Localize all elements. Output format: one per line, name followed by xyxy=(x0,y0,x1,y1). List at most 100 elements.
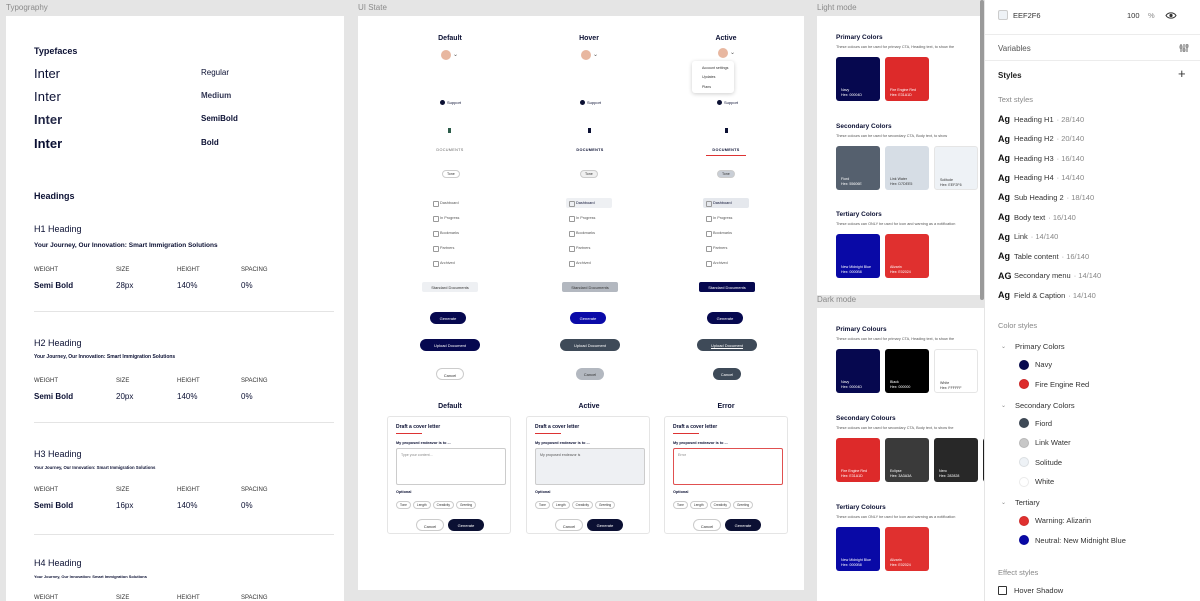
opacity-input[interactable]: 100 xyxy=(1127,11,1140,20)
generate-button[interactable]: Generate xyxy=(587,519,623,531)
cover-letter-form-active[interactable]: Draft a cover letter My proposed endeavo… xyxy=(526,416,650,534)
creativity-chip[interactable]: Creativity xyxy=(432,501,454,509)
color-swatch[interactable]: Navy Hex: 00004D xyxy=(836,349,880,393)
tone-chip[interactable]: Tone xyxy=(442,170,460,178)
documents-tab[interactable]: DOCUMENTS xyxy=(706,148,746,156)
text-style-item[interactable]: Ag Table content · 16/140 xyxy=(998,249,1089,263)
fill-hex-input[interactable]: EEF2F6 xyxy=(1013,11,1041,20)
support-link[interactable]: Support xyxy=(717,100,738,105)
greeting-chip[interactable]: Greeting xyxy=(455,501,477,509)
length-chip[interactable]: Length xyxy=(689,501,708,509)
color-swatch[interactable]: Alizarin Hex: E02024 xyxy=(885,527,929,571)
text-style-item[interactable]: Ag Heading H4 · 14/140 xyxy=(998,171,1084,185)
color-swatch[interactable]: New Midnight Blue Hex: 0000B8 xyxy=(836,527,880,571)
content-textarea[interactable]: Error xyxy=(673,448,783,485)
creativity-chip[interactable]: Creativity xyxy=(709,501,731,509)
frame-label-light-mode[interactable]: Light mode xyxy=(817,3,857,12)
generate-button[interactable]: Generate xyxy=(430,312,466,324)
sidebar-item-bookmarks[interactable]: Bookmarks xyxy=(566,228,612,238)
frame-label-dark-mode[interactable]: Dark mode xyxy=(817,295,856,304)
cancel-button[interactable]: Cancel xyxy=(416,519,444,531)
sidebar-item-in-progress[interactable]: In Progress xyxy=(430,213,476,223)
sliders-icon[interactable] xyxy=(1179,43,1189,53)
text-style-item[interactable]: Ag Heading H2 · 20/140 xyxy=(998,132,1084,146)
text-style-item[interactable]: AG Secondary menu · 14/140 xyxy=(998,269,1101,283)
standard-documents-button[interactable]: Standard Documents xyxy=(422,282,478,292)
color-style-item[interactable]: Solitude xyxy=(1019,455,1062,469)
color-swatch[interactable]: Fiord Hex: 55606E xyxy=(836,146,880,190)
text-style-item[interactable]: Ag Heading H3 · 16/140 xyxy=(998,151,1084,165)
upload-document-button[interactable]: Upload Document xyxy=(420,339,480,351)
documents-tab[interactable]: DOCUMENTS xyxy=(570,148,610,152)
color-swatch[interactable]: White Hex: FFFFFF xyxy=(934,349,978,393)
cancel-button[interactable]: Cancel xyxy=(436,368,464,380)
color-swatch[interactable]: Black Hex: 000000 xyxy=(885,349,929,393)
color-style-item[interactable]: Fiord xyxy=(1019,416,1052,430)
sidebar-item-in-progress[interactable]: In Progress xyxy=(566,213,612,223)
text-style-item[interactable]: Ag Sub Heading 2 · 18/140 xyxy=(998,190,1094,204)
sidebar-item-partners[interactable]: Partners xyxy=(430,243,476,253)
plus-icon[interactable]: + xyxy=(1178,66,1186,81)
cover-letter-form-error[interactable]: Draft a cover letter My proposed endeavo… xyxy=(664,416,788,534)
standard-documents-button[interactable]: Standard Documents xyxy=(699,282,755,292)
light-mode-frame[interactable]: Primary Colors These colours can be used… xyxy=(817,16,984,295)
color-style-item[interactable]: White xyxy=(1019,475,1054,489)
design-canvas[interactable]: Typography UI State Light mode Dark mode… xyxy=(0,0,984,601)
color-swatch[interactable]: Nero Hex: 282828 xyxy=(934,438,978,482)
eye-icon[interactable] xyxy=(1165,11,1177,20)
color-swatch[interactable]: Fire Engine Red Hex: E31A1D xyxy=(836,438,880,482)
sidebar-item-archived[interactable]: Archived xyxy=(430,258,476,268)
generate-button[interactable]: Generate xyxy=(725,519,761,531)
color-swatch[interactable]: Link Water Hex: D7DEE5 xyxy=(885,146,929,190)
menu-item[interactable]: Account settings xyxy=(702,66,728,70)
sidebar-item-archived[interactable]: Archived xyxy=(703,258,749,268)
cover-letter-form-default[interactable]: Draft a cover letter My proposed endeavo… xyxy=(387,416,511,534)
avatar[interactable] xyxy=(581,50,591,60)
color-swatch[interactable]: Eclipse Hex: 3A3A3A xyxy=(885,438,929,482)
documents-tab[interactable]: DOCUMENTS xyxy=(430,148,470,152)
length-chip[interactable]: Length xyxy=(412,501,431,509)
variables-header[interactable]: Variables xyxy=(998,44,1031,53)
text-style-item[interactable]: Ag Link · 14/140 xyxy=(998,230,1058,244)
content-textarea[interactable]: Type your content... xyxy=(396,448,506,485)
color-style-item[interactable]: Neutral: New Midnight Blue xyxy=(1019,533,1126,547)
content-textarea[interactable]: My proposed endeavor is xyxy=(535,448,645,485)
cancel-button[interactable]: Cancel xyxy=(555,519,583,531)
color-style-item[interactable]: Fire Engine Red xyxy=(1019,377,1089,391)
ui-state-frame[interactable]: Default Hover Active ⌄ ⌄ ⌄ Account setti… xyxy=(358,16,804,590)
color-swatch[interactable]: Fire Engine Red Hex: E31A1D xyxy=(885,57,929,101)
length-chip[interactable]: Length xyxy=(551,501,570,509)
generate-button[interactable]: Generate xyxy=(570,312,606,324)
account-dropdown-menu[interactable]: Account settings Updates Plans xyxy=(692,61,734,93)
color-swatch[interactable]: Navy Hex: 00004D xyxy=(836,57,880,101)
generate-button[interactable]: Generate xyxy=(448,519,484,531)
sidebar-item-archived[interactable]: Archived xyxy=(566,258,612,268)
upload-document-button[interactable]: Upload Document xyxy=(697,339,757,351)
tone-chip[interactable]: Tone xyxy=(717,170,735,178)
fill-swatch[interactable] xyxy=(998,10,1008,20)
tone-chip[interactable]: Tone xyxy=(396,501,411,509)
sidebar-item-bookmarks[interactable]: Bookmarks xyxy=(430,228,476,238)
generate-button[interactable]: Generate xyxy=(707,312,743,324)
typography-frame[interactable]: Typefaces Inter Regular Inter Medium Int… xyxy=(6,16,344,601)
dark-mode-frame[interactable]: Primary Colours These colours can be use… xyxy=(817,308,984,601)
text-style-item[interactable]: Ag Body text · 16/140 xyxy=(998,210,1076,224)
color-swatch[interactable]: New Midnight Blue Hex: 0000B8 xyxy=(836,234,880,278)
chevron-down-icon[interactable]: ⌄ xyxy=(1001,343,1006,350)
cancel-button[interactable]: Cancel xyxy=(576,368,604,380)
text-style-item[interactable]: Ag Field & Caption · 14/140 xyxy=(998,288,1096,302)
greeting-chip[interactable]: Greeting xyxy=(594,501,616,509)
tone-chip[interactable]: Tone xyxy=(535,501,550,509)
effect-style-item[interactable]: Hover Shadow xyxy=(998,586,1063,595)
frame-label-ui-state[interactable]: UI State xyxy=(358,3,387,12)
sidebar-item-dashboard[interactable]: Dashboard xyxy=(566,198,612,208)
sidebar-item-partners[interactable]: Partners xyxy=(566,243,612,253)
text-style-item[interactable]: Ag Heading H1 · 28/140 xyxy=(998,112,1084,126)
tone-chip[interactable]: Tone xyxy=(673,501,688,509)
color-style-item[interactable]: Navy xyxy=(1019,358,1052,372)
tone-chip[interactable]: Tone xyxy=(580,170,598,178)
avatar[interactable] xyxy=(718,48,728,58)
color-swatch[interactable]: Alizarin Hex: E02024 xyxy=(885,234,929,278)
sidebar-item-bookmarks[interactable]: Bookmarks xyxy=(703,228,749,238)
menu-item[interactable]: Updates xyxy=(702,75,715,79)
